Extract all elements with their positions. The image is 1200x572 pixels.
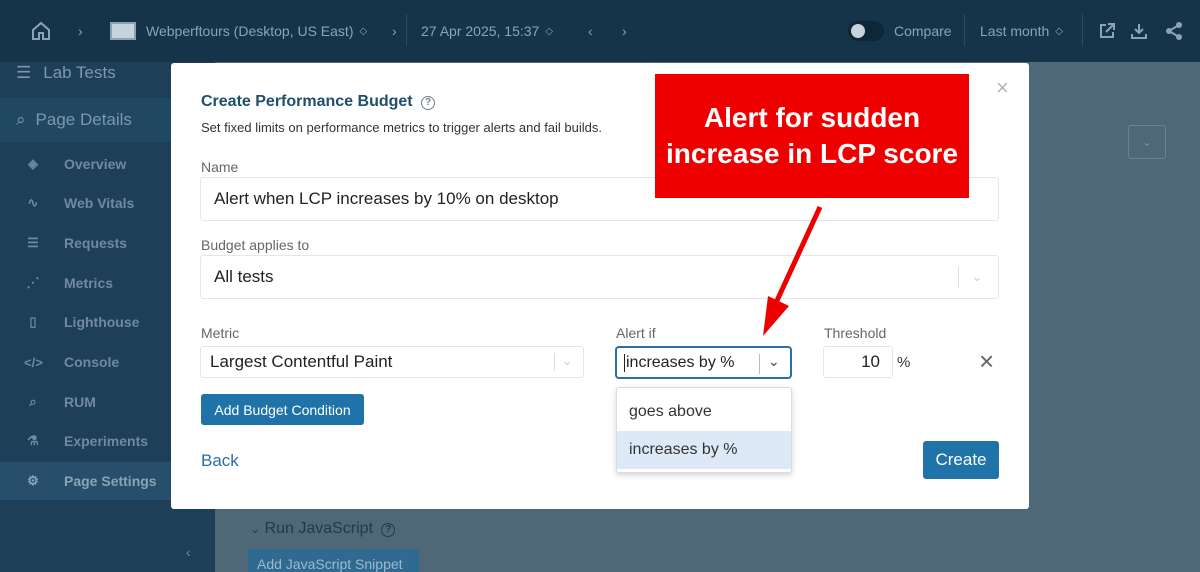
annotation-arrow: [763, 205, 823, 336]
